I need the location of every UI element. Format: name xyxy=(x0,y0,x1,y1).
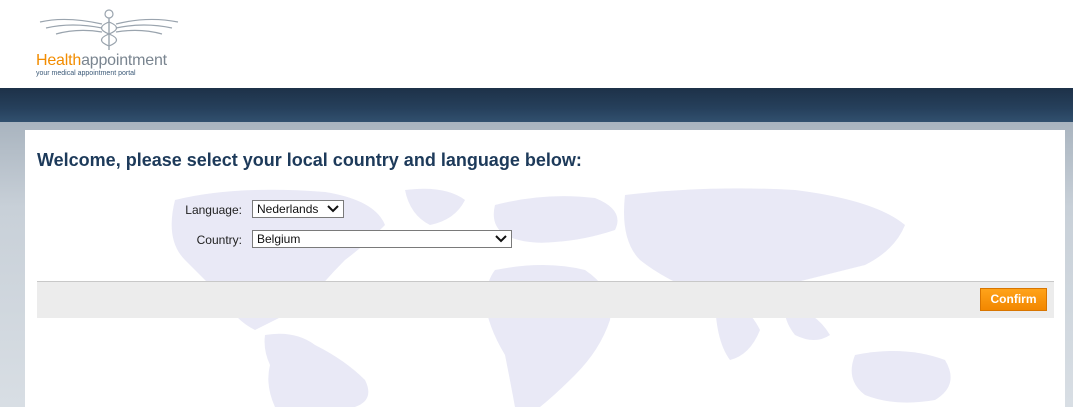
welcome-heading: Welcome, please select your local countr… xyxy=(37,150,582,170)
logo-brand-part2: appointment xyxy=(81,52,167,69)
country-label: Country: xyxy=(196,233,242,247)
country-language-panel: Welcome, please select your local countr… xyxy=(25,130,1065,407)
top-navigation-bar xyxy=(0,88,1073,122)
world-map-background xyxy=(171,188,951,407)
logo-brand-part1: Health xyxy=(36,52,82,69)
form-action-bar xyxy=(37,281,1054,318)
chevron-down-icon xyxy=(495,235,507,243)
logo-brand-text: Healthappointment xyxy=(36,52,167,70)
confirm-button[interactable]: Confirm xyxy=(980,288,1047,311)
caduceus-logo-icon xyxy=(39,9,179,50)
country-select-value: Belgium xyxy=(257,232,301,246)
chevron-down-icon xyxy=(327,205,339,213)
language-label: Language: xyxy=(185,203,242,217)
logo-tagline: your medical appointment portal xyxy=(36,70,136,77)
language-select-value: Nederlands xyxy=(257,202,319,216)
language-select[interactable]: Nederlands xyxy=(252,200,344,218)
healthappointment-logo[interactable]: Healthappointment your medical appointme… xyxy=(36,8,186,86)
country-select[interactable]: Belgium xyxy=(252,230,512,248)
page-header: Healthappointment your medical appointme… xyxy=(0,0,1073,88)
